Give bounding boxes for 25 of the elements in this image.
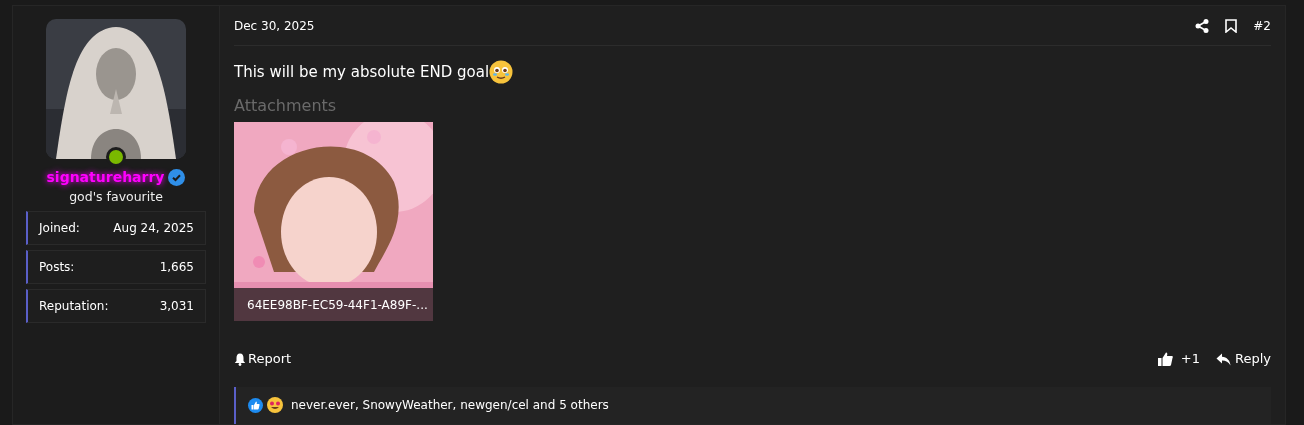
report-button[interactable]: Report [234, 349, 292, 369]
reply-button[interactable]: Reply [1216, 349, 1271, 369]
stat-label: Joined: [39, 219, 80, 237]
heart-eyes-emoji-icon[interactable] [267, 397, 283, 414]
share-icon[interactable] [1195, 18, 1210, 33]
bell-icon [234, 352, 246, 366]
stat-value: Aug 24, 2025 [113, 219, 194, 237]
stat-value: 1,665 [159, 258, 194, 276]
crying-face-emoji-icon [489, 60, 514, 85]
reply-arrow-icon [1216, 352, 1231, 366]
username[interactable]: signatureharry [46, 167, 165, 188]
attachments-heading: Attachments [234, 95, 338, 118]
like-reaction-icon[interactable] [248, 397, 263, 413]
attachment-filename[interactable]: 64EE98BF-EC59-44F1-A89F-... [234, 288, 433, 322]
thumbs-up-icon [1157, 352, 1173, 367]
stat-label: Reputation: [39, 297, 109, 315]
like-button[interactable]: +1 [1157, 349, 1200, 369]
user-title: god's favourite [69, 188, 163, 206]
post-message: This will be my absolute END goal [234, 62, 490, 84]
post-date[interactable]: Dec 30, 2025 [234, 16, 315, 35]
reaction-users-text[interactable]: never.ever, SnowyWeather, newgen/cel and 5 others [291, 396, 609, 415]
stat-label: Posts: [39, 258, 75, 276]
post-number[interactable]: #2 [1253, 16, 1271, 35]
stat-value: 3,031 [159, 297, 194, 315]
bookmark-icon[interactable] [1225, 18, 1238, 33]
